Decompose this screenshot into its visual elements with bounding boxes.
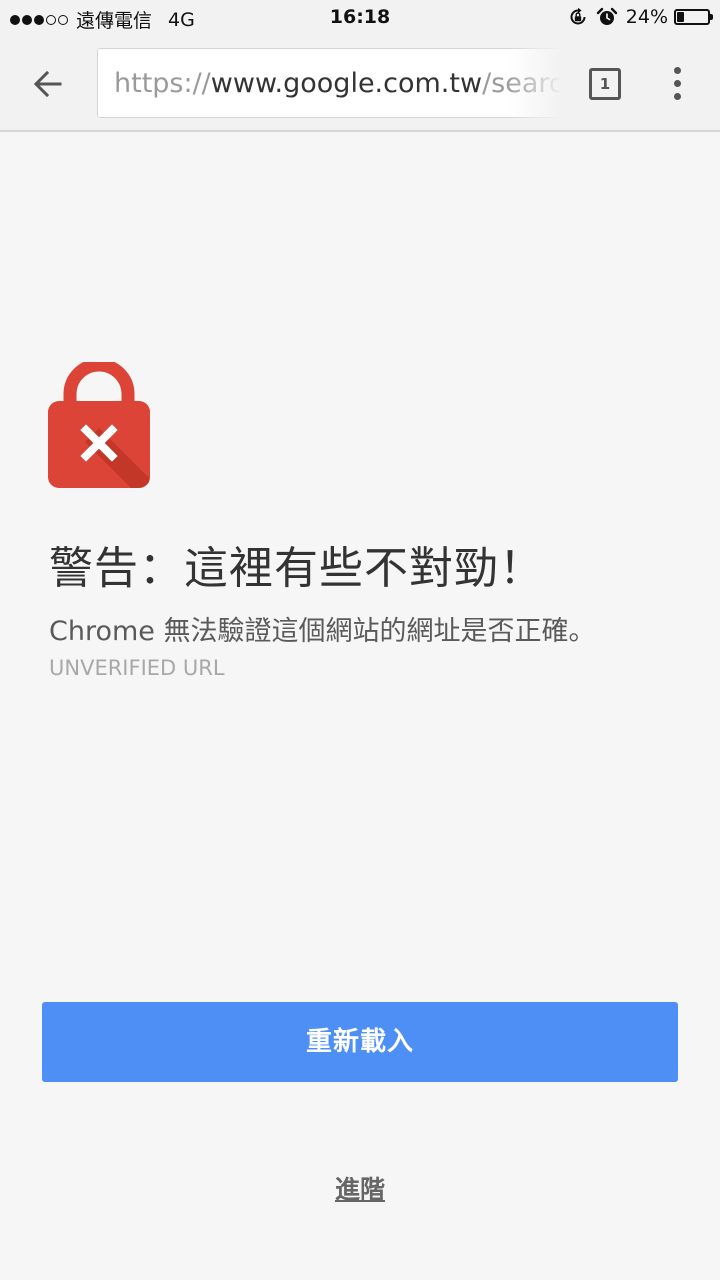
warning-title: 警告：這裡有些不對勁！ [49,543,544,594]
menu-dot [674,80,681,87]
back-button[interactable] [24,60,72,108]
warning-message: Chrome 無法驗證這個網站的網址是否正確。 [49,616,596,647]
status-right: 24% [568,6,713,28]
url-domain: www.google.com.tw [210,68,483,99]
url-scheme: https:// [114,68,211,99]
battery-percent: 24% [625,6,668,28]
tab-switcher-button[interactable]: 1 [589,68,621,100]
error-code: UNVERIFIED URL [49,656,225,680]
orientation-lock-icon [570,7,586,25]
menu-dot [674,67,681,74]
more-vertical-icon[interactable] [664,64,692,104]
lock-error-icon [48,358,150,493]
status-bar: 遠傳電信 4G 16:18 24% [0,0,720,36]
url-path: /search [482,68,561,99]
advanced-link[interactable]: 進階 [0,1170,720,1206]
battery-level [677,12,685,22]
arrow-left-icon [33,70,62,98]
alarm-icon [596,7,617,25]
battery-icon [674,9,713,25]
browser-toolbar: https://www.google.com.tw/search 1 [0,36,720,132]
reload-button[interactable]: 重新載入 [42,1002,678,1082]
address-bar[interactable]: https://www.google.com.tw/search [97,48,562,118]
menu-dot [674,93,681,100]
